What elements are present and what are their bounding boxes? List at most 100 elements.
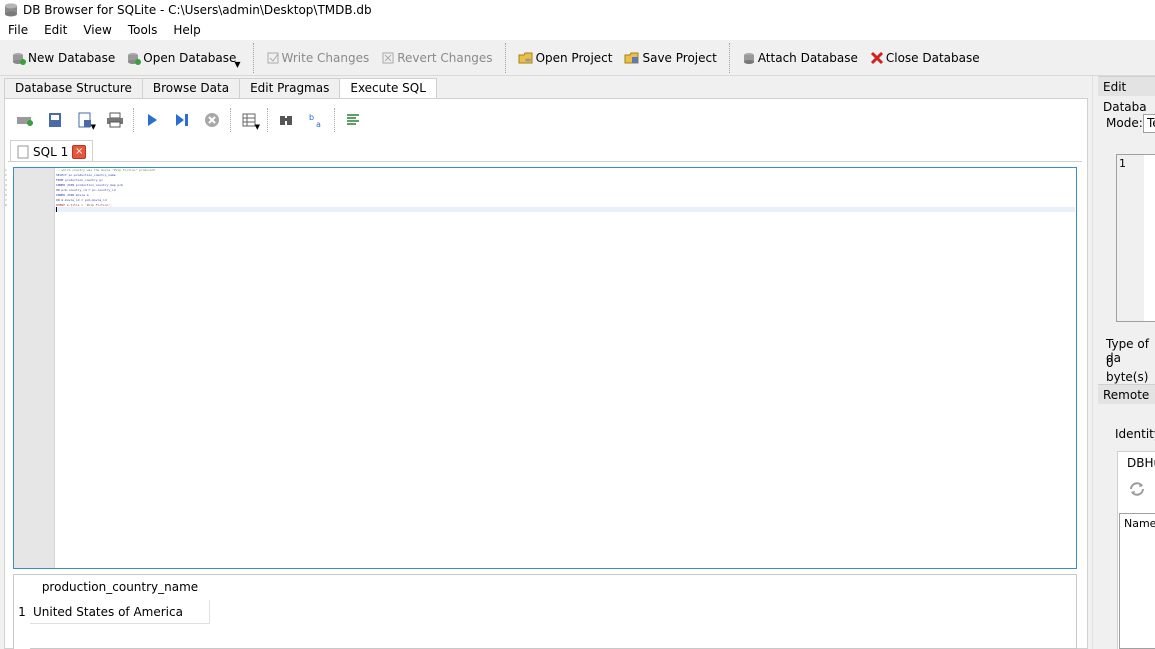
remote-panel-title: Remote	[1098, 384, 1155, 404]
attach-database-icon	[743, 52, 754, 64]
open-database-icon	[128, 52, 142, 65]
code-line: INNER JOIN production_country_map pcm	[56, 183, 123, 187]
revert-changes-button[interactable]: Revert Changes	[375, 44, 498, 72]
tab-browse-data[interactable]: Browse Data	[141, 78, 241, 98]
column-header[interactable]: production_country_name	[30, 576, 210, 598]
save-sql-file-button[interactable]: ▼	[70, 107, 100, 133]
line-number-gutter	[1117, 155, 1144, 321]
toolbar-separator	[728, 42, 730, 73]
tab-execute-sql[interactable]: Execute SQL	[339, 78, 437, 99]
sql-editor[interactable]	[13, 167, 1077, 569]
dock-splitter[interactable]	[1092, 76, 1093, 649]
revert-changes-icon	[382, 52, 394, 63]
save-results-button[interactable]: ▼	[234, 107, 264, 133]
stop-icon	[205, 113, 219, 127]
comment-lines-button[interactable]	[338, 107, 368, 133]
document-icon	[17, 145, 29, 158]
code-line: INNER JOIN movie m	[56, 193, 89, 197]
identity-label: Identity	[1115, 427, 1155, 441]
sql-tab[interactable]: SQL 1 ×	[10, 140, 94, 162]
current-line-highlight	[55, 207, 1075, 212]
code-line: WHERE m.title = 'Pulp Fiction';	[56, 203, 112, 207]
row-header[interactable]: 1	[14, 600, 30, 624]
line-number: 1	[1119, 157, 1126, 170]
line-number-gutter	[14, 168, 55, 568]
new-database-button[interactable]: New Database	[6, 44, 121, 72]
comment-icon	[347, 114, 359, 125]
write-changes-button[interactable]: Write Changes	[260, 44, 376, 72]
row-header-area	[14, 624, 30, 649]
menu-bar: File Edit View Tools Help	[0, 20, 1155, 40]
toolbar-separator	[133, 108, 134, 132]
code-line: ON m.movie_id = pcm.movie_id	[56, 198, 107, 202]
toolbar-separator	[334, 108, 335, 132]
print-icon	[107, 112, 123, 128]
main-toolbar: New Database Open Database ▼ Write Chang…	[0, 40, 1155, 76]
save-project-icon	[624, 52, 639, 63]
code-line: SELECT pc.production_country_name	[56, 173, 116, 177]
menu-view[interactable]: View	[75, 20, 119, 40]
line-number: 2	[5, 173, 7, 177]
code-line: FROM production_country pc	[56, 178, 103, 182]
sql-toolbar: ▼ ▼ ba	[10, 106, 368, 134]
code-line: -- which country was the movie "Pulp Fic…	[56, 168, 156, 172]
execute-all-button[interactable]	[137, 107, 167, 133]
line-number: 6	[5, 193, 7, 197]
close-database-icon	[870, 51, 883, 64]
close-tab-icon[interactable]: ×	[72, 144, 87, 159]
menu-file[interactable]: File	[0, 20, 36, 40]
toolbar-separator	[504, 42, 506, 73]
find-button[interactable]	[271, 107, 301, 133]
name-column-header[interactable]: Name	[1124, 517, 1155, 530]
tab-dbhub[interactable]: DBHul	[1117, 451, 1155, 475]
mode-select[interactable]: Te	[1143, 114, 1155, 133]
open-tab-button[interactable]	[10, 107, 40, 133]
svg-text:a: a	[316, 120, 321, 128]
open-project-button[interactable]: Open Project	[512, 44, 619, 72]
save-results-dropdown-icon[interactable]: ▼	[255, 123, 260, 131]
refresh-icon[interactable]	[1128, 480, 1146, 498]
open-sql-file-button[interactable]	[40, 107, 70, 133]
write-changes-icon	[267, 52, 279, 63]
open-database-dropdown-icon[interactable]: ▼	[234, 60, 240, 69]
menu-help[interactable]: Help	[165, 20, 208, 40]
code-line: ON pcm.country_id = pc.country_id	[56, 188, 116, 192]
new-database-icon	[13, 52, 26, 65]
find-icon	[280, 116, 292, 125]
text-caret	[56, 207, 57, 212]
edit-database-cell-title: Edit Databa	[1098, 76, 1155, 114]
line-number: 7	[5, 198, 7, 202]
play-icon	[148, 114, 157, 126]
sql-tab-label: SQL 1	[33, 144, 69, 159]
step-icon	[176, 114, 188, 126]
title-bar: DB Browser for SQLite - C:\Users\admin\D…	[0, 0, 1155, 20]
menu-tools[interactable]: Tools	[120, 20, 166, 40]
remote-file-list[interactable]	[1119, 513, 1155, 649]
toolbar-separator	[230, 108, 231, 132]
attach-database-button[interactable]: Attach Database	[736, 44, 864, 72]
find-replace-icon: ba	[309, 113, 321, 128]
open-tab-icon	[17, 117, 33, 126]
divider	[8, 161, 1082, 162]
save-sql-dropdown-icon[interactable]: ▼	[91, 123, 96, 131]
line-number: 4	[5, 183, 7, 187]
print-button[interactable]	[100, 107, 130, 133]
find-replace-button[interactable]: ba	[301, 107, 331, 133]
tab-edit-pragmas[interactable]: Edit Pragmas	[239, 78, 341, 98]
menu-edit[interactable]: Edit	[36, 20, 75, 40]
line-number: 3	[5, 178, 7, 182]
open-project-icon	[518, 52, 533, 63]
sql-tab-bar: SQL 1 ×	[10, 140, 94, 162]
main-tab-bar: Database Structure Browse Data Edit Prag…	[4, 78, 437, 99]
stop-execution-button[interactable]	[197, 107, 227, 133]
mode-label: Mode:	[1106, 116, 1143, 130]
table-cell[interactable]: United States of America	[30, 600, 210, 624]
toolbar-separator	[267, 108, 268, 132]
execute-line-button[interactable]	[167, 107, 197, 133]
tab-database-structure[interactable]: Database Structure	[4, 78, 143, 98]
toolbar-separator	[252, 42, 254, 73]
line-number: 8	[5, 203, 7, 207]
close-database-button[interactable]: Close Database	[864, 44, 986, 72]
save-project-button[interactable]: Save Project	[618, 44, 722, 72]
open-database-button[interactable]: Open Database ▼	[121, 44, 246, 72]
